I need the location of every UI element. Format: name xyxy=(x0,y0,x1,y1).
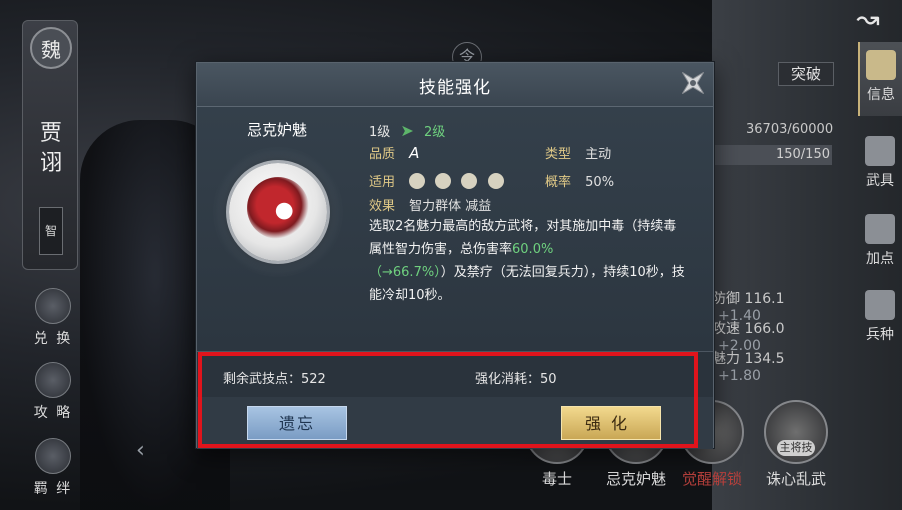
chevron-left-icon[interactable]: ‹ xyxy=(136,438,145,463)
close-icon xyxy=(681,71,705,95)
type-value: 主动 xyxy=(585,147,612,162)
spear-icon xyxy=(461,173,478,189)
highlight-annotation-box xyxy=(198,352,698,448)
scroll-icon xyxy=(866,50,896,80)
tab-label: 加点 xyxy=(866,251,894,267)
weapon-icon xyxy=(865,136,895,166)
menu-label: 兑 换 xyxy=(33,331,73,347)
breakthrough-button[interactable]: 突破 xyxy=(778,62,834,86)
level-row: 1级 ➤ 2级 xyxy=(369,121,445,140)
stat-value: 134.5 xyxy=(744,351,785,367)
dragon-logo-icon: ↝ xyxy=(856,2,880,35)
menu-label: 羁 绊 xyxy=(33,481,73,497)
stat-name: 防御 xyxy=(712,291,740,307)
troop-bar: 150/150 xyxy=(712,145,832,165)
rate-label: 概率 xyxy=(545,175,572,190)
quality-value: A xyxy=(409,144,420,162)
menu-bond[interactable]: 羁 绊 xyxy=(26,438,80,498)
effect-row: 效果 智力群体 减益 xyxy=(369,195,491,214)
menu-guide[interactable]: 攻 略 xyxy=(26,362,80,422)
points-icon xyxy=(865,214,895,244)
applicable-label: 适用 xyxy=(369,175,396,190)
kingdom-seal: 魏 xyxy=(30,27,72,69)
skill-swirl xyxy=(247,177,309,239)
stat-plus: +1.80 xyxy=(718,368,761,384)
close-button[interactable] xyxy=(675,65,711,101)
horse-icon xyxy=(487,173,504,189)
type-label: 类型 xyxy=(545,147,572,162)
skill-name: 忌克妒魅 xyxy=(247,121,308,139)
helmet-icon xyxy=(865,290,895,320)
tab-weapons[interactable]: 武具 xyxy=(858,128,902,202)
general-name: 贾诩 xyxy=(39,121,62,176)
tab-label: 信息 xyxy=(867,87,895,103)
dialog-header: 技能强化 xyxy=(197,63,713,107)
menu-exchange[interactable]: 兑 换 xyxy=(26,288,80,348)
guide-icon xyxy=(35,362,71,398)
description-rate-new: （→66.7%） xyxy=(369,265,441,280)
main-general-skill-tag: 主将技 xyxy=(777,440,815,456)
general-name-plaque: 魏 贾诩 智 xyxy=(22,20,78,270)
general-type-tag: 智 xyxy=(39,207,63,255)
shield-icon xyxy=(409,173,426,189)
skill-orb-icon xyxy=(213,147,343,277)
description-rate: 60.0% xyxy=(512,242,554,257)
skill-slot-label: 忌克妒魅 xyxy=(605,470,666,488)
level-from: 1级 xyxy=(369,125,391,140)
bow-icon xyxy=(435,173,452,189)
rate-value: 50% xyxy=(585,175,615,190)
stat-value: 166.0 xyxy=(744,321,785,337)
stat-value: 116.1 xyxy=(744,291,785,307)
applicable-row: 适用 xyxy=(369,171,510,190)
skill-slot-label: 诛心乱武 xyxy=(765,470,826,488)
skill-description: 选取2名魅力最高的敌方武将，对其施加中毒（持续毒属性智力伤害，总伤害率60.0%… xyxy=(369,215,689,307)
stat-name: 魅力 xyxy=(712,351,740,367)
level-to: 2级 xyxy=(423,125,446,140)
skill-slot-label: 觉醒解锁 xyxy=(681,470,742,488)
tab-label: 武具 xyxy=(866,173,894,189)
tab-info[interactable]: 信息 xyxy=(858,42,902,116)
effect-label: 效果 xyxy=(369,199,396,214)
type-row: 类型 主动 xyxy=(545,143,611,162)
stat-name: 攻速 xyxy=(712,321,740,337)
quality-label: 品质 xyxy=(369,147,396,162)
stat-charm: 魅力 134.5 +1.80 xyxy=(712,348,832,384)
tab-points[interactable]: 加点 xyxy=(858,206,902,280)
skill-slot-label: 毒士 xyxy=(541,470,572,488)
bond-icon xyxy=(35,438,71,474)
tab-label: 兵种 xyxy=(866,327,894,343)
menu-label: 攻 略 xyxy=(33,405,73,421)
dialog-title: 技能强化 xyxy=(419,78,491,98)
arrow-right-icon: ➤ xyxy=(400,121,414,140)
effect-value: 智力群体 减益 xyxy=(409,199,492,214)
quality-row: 品质 A xyxy=(369,143,419,162)
rate-row: 概率 50% xyxy=(545,171,614,190)
tab-troops[interactable]: 兵种 xyxy=(858,282,902,356)
experience-readout: 36703/60000 xyxy=(746,122,834,137)
exchange-icon xyxy=(35,288,71,324)
